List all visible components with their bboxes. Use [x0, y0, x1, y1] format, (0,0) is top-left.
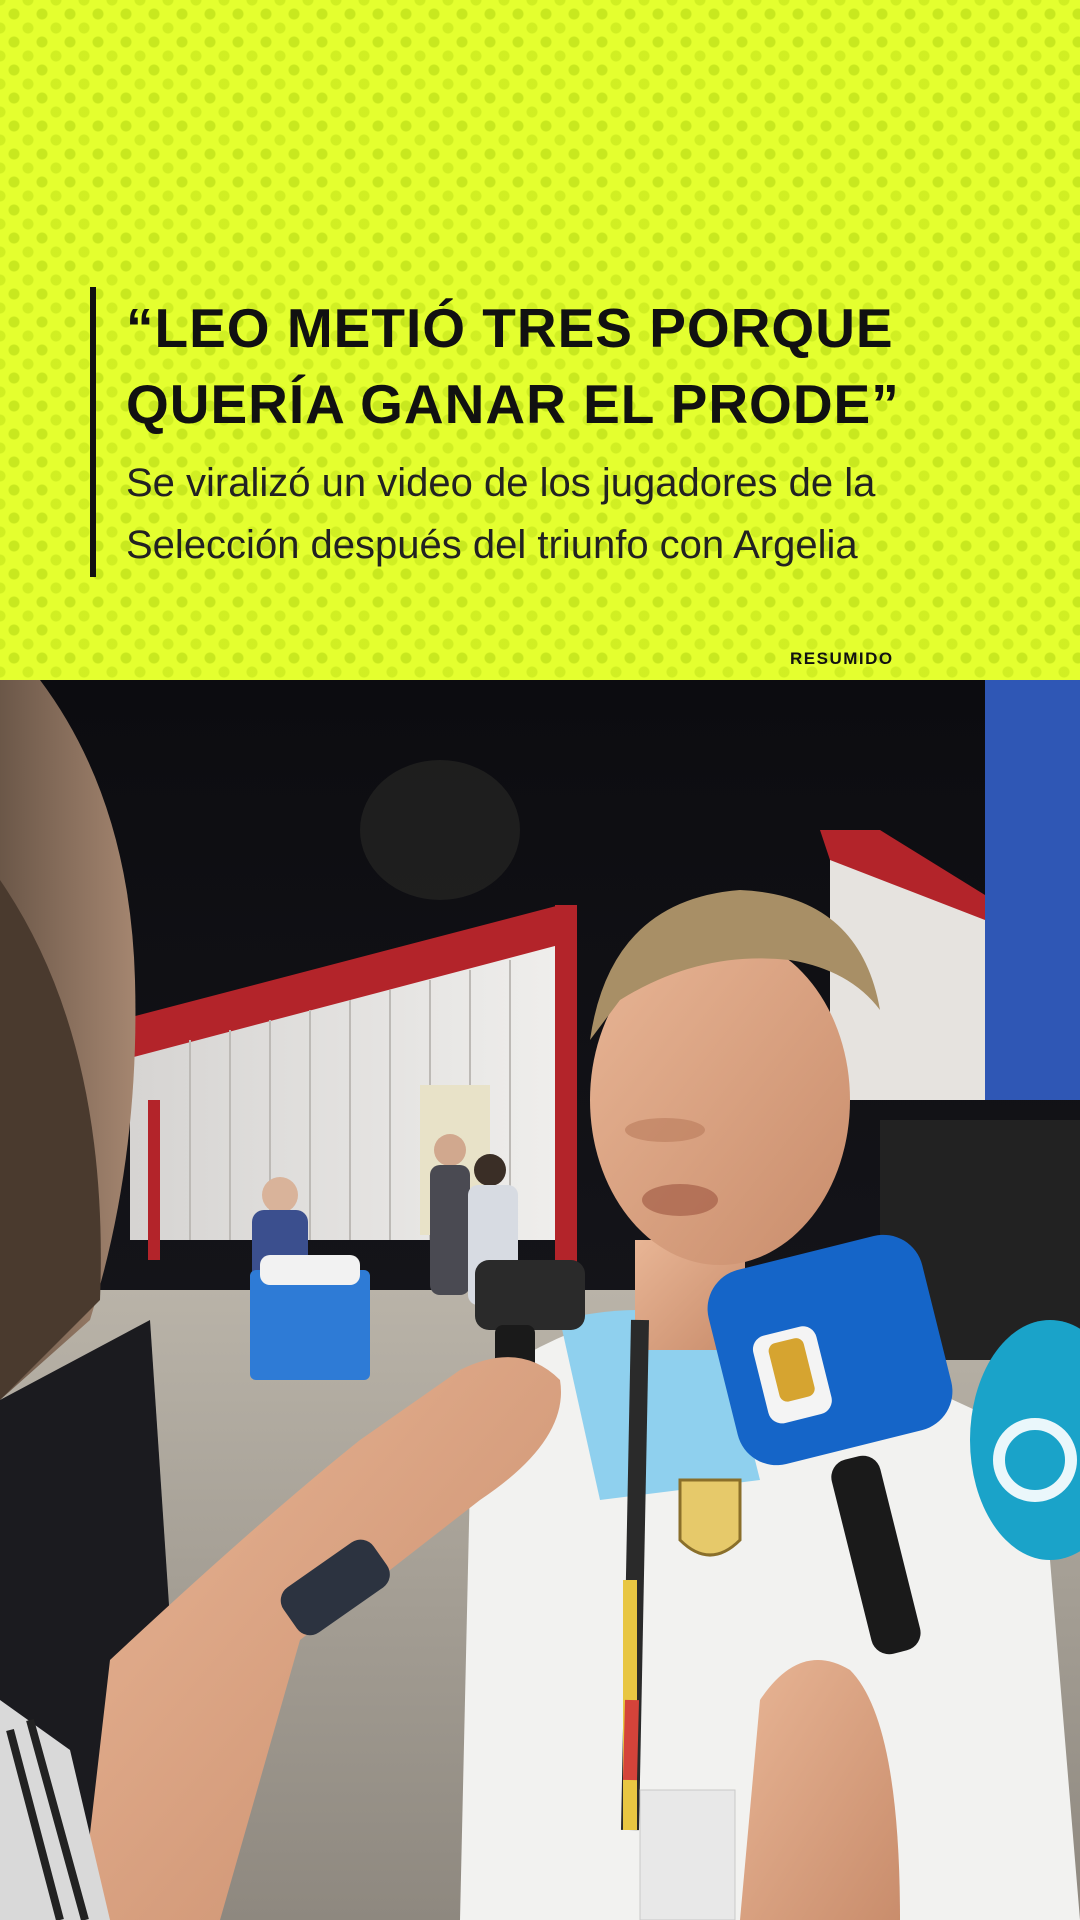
- accent-bar: [90, 287, 96, 577]
- header-banner: “LEO METIÓ TRES PORQUE QUERÍA GANAR EL P…: [0, 0, 1080, 680]
- subheadline-line: Selección después del triunfo con Argeli…: [126, 523, 858, 567]
- tree-silhouette: [360, 760, 520, 900]
- headline-line: QUERÍA GANAR EL PRODE”: [126, 373, 900, 435]
- red-post-left: [148, 1100, 160, 1260]
- brand-logo: RESUMIDO: [790, 649, 894, 668]
- blue-structure: [985, 680, 1080, 1100]
- headline: “LEO METIÓ TRES PORQUE QUERÍA GANAR EL P…: [126, 290, 1006, 442]
- subheadline-line: Se viralizó un video de los jugadores de…: [126, 461, 876, 505]
- interview-scene: [0, 680, 1080, 1920]
- headline-line: “LEO METIÓ TRES PORQUE: [126, 297, 894, 359]
- video-frame-photo: [0, 680, 1080, 1920]
- red-post: [555, 905, 577, 1275]
- subheadline: Se viralizó un video de los jugadores de…: [126, 452, 1026, 576]
